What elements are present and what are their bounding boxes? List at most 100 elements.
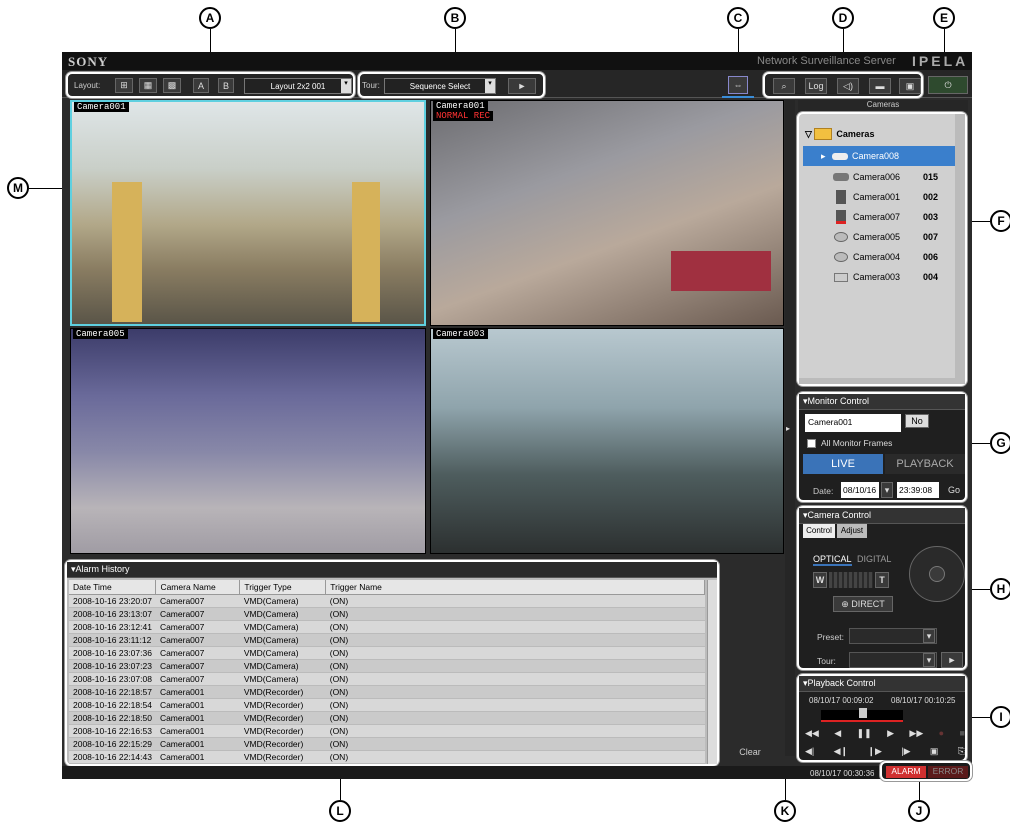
column-header[interactable]: Trigger Name bbox=[325, 580, 705, 595]
monitor-camera-field[interactable]: Camera001 bbox=[805, 414, 901, 432]
error-indicator[interactable]: ERROR bbox=[928, 766, 968, 778]
layout-1x1-button[interactable]: ⊞ bbox=[115, 78, 133, 93]
table-row[interactable]: 2008-10-16 23:12:41 Camera007 VMD(Camera)(… bbox=[69, 620, 705, 634]
chevron-down-icon[interactable]: ▾ bbox=[923, 629, 935, 643]
monitor-control-title[interactable]: ▾Monitor Control bbox=[799, 394, 965, 410]
playback-cursor[interactable] bbox=[859, 708, 867, 718]
time-field[interactable]: 23:39:08 bbox=[897, 482, 939, 498]
tour-play-button[interactable]: ► bbox=[508, 78, 536, 94]
export-icon[interactable]: ⎘ bbox=[958, 746, 965, 758]
next-frame-icon[interactable]: |▶ bbox=[901, 746, 910, 758]
fast-forward-icon[interactable]: ▶▶ bbox=[909, 728, 923, 740]
table-row[interactable]: 2008-10-16 23:11:12 Camera007 VMD(Camera)(… bbox=[69, 633, 705, 647]
tab-control[interactable]: Control bbox=[803, 524, 835, 538]
zoom-tele-button[interactable]: T bbox=[875, 572, 889, 588]
date-field[interactable]: 08/10/16 bbox=[841, 482, 879, 498]
go-button[interactable]: Go bbox=[945, 482, 963, 498]
chevron-down-icon[interactable]: ▾ bbox=[923, 653, 935, 667]
direct-icon: ⊕ bbox=[841, 598, 852, 609]
chevron-down-icon: ▾ bbox=[485, 79, 495, 93]
direct-button[interactable]: ⊕ DIRECT bbox=[833, 596, 893, 612]
slow-forward-icon[interactable]: ❙▶ bbox=[867, 746, 881, 758]
date-dropdown-button[interactable]: ▾ bbox=[881, 482, 893, 498]
table-row[interactable]: 2008-10-16 22:14:43 Camera001 VMD(Recorder… bbox=[69, 750, 705, 764]
tree-item[interactable]: Camera005 007 bbox=[803, 227, 955, 247]
tree-item[interactable]: Camera003 004 bbox=[803, 267, 955, 287]
camera-view-1[interactable]: Camera001 bbox=[70, 100, 426, 326]
alarm-history-panel: ▾Alarm History Date Time Camera Name Trigg… bbox=[65, 560, 719, 766]
stop-icon[interactable]: ■ bbox=[960, 728, 965, 740]
layout-2x2-button[interactable]: ▦ bbox=[139, 78, 157, 93]
clear-button[interactable]: Clear bbox=[730, 744, 770, 760]
splitter-arrow-icon[interactable]: ▸ bbox=[786, 424, 790, 433]
table-row[interactable]: 2008-10-16 23:13:07 Camera007 VMD(Camera)(… bbox=[69, 607, 705, 621]
table-row[interactable]: 2008-10-16 22:18:50 Camera001 VMD(Recorder… bbox=[69, 711, 705, 725]
playback-tab[interactable]: PLAYBACK bbox=[885, 454, 965, 474]
callout-f: F bbox=[990, 210, 1010, 232]
table-cell: 2008-10-16 22:18:50 bbox=[69, 711, 156, 725]
tour-play-button[interactable]: ► bbox=[941, 652, 963, 668]
table-row[interactable]: 2008-10-16 23:07:23 Camera007 VMD(Camera)(… bbox=[69, 659, 705, 673]
camera-view-3[interactable]: Camera005 bbox=[70, 328, 426, 554]
prev-frame-icon[interactable]: ◀| bbox=[805, 746, 814, 758]
layout-select[interactable]: Layout 2x2 001 ▾ bbox=[244, 78, 352, 94]
camera-view-2[interactable]: Camera001 NORMAL REC bbox=[430, 100, 784, 326]
table-row[interactable]: 2008-10-16 22:15:29 Camera001 VMD(Recorder… bbox=[69, 737, 705, 751]
table-cell: 2008-10-16 22:18:57 bbox=[69, 685, 156, 699]
table-cell: Camera007 bbox=[155, 633, 240, 647]
tree-root[interactable]: ▽ Cameras bbox=[805, 124, 955, 144]
rec-status: NORMAL REC bbox=[433, 111, 494, 121]
record-icon[interactable]: ● bbox=[939, 728, 944, 740]
speaker-icon[interactable]: ◁) bbox=[837, 78, 859, 94]
alarm-scrollbar[interactable] bbox=[707, 580, 717, 764]
table-row[interactable]: 2008-10-16 22:18:54 Camera001 VMD(Recorder… bbox=[69, 698, 705, 712]
tree-item[interactable]: Camera004 006 bbox=[803, 247, 955, 267]
tour-select[interactable]: Sequence Select ▾ bbox=[384, 78, 496, 94]
table-row[interactable]: 2008-10-16 23:07:08 Camera007 VMD(Camera)(… bbox=[69, 672, 705, 686]
alarm-history-title[interactable]: ▾Alarm History bbox=[67, 562, 717, 578]
tree-item-name: Camera008 bbox=[852, 151, 900, 161]
tree-item[interactable]: Camera007 003 bbox=[803, 207, 955, 227]
table-row[interactable]: 2008-10-16 22:18:57 Camera001 VMD(Recorder… bbox=[69, 685, 705, 699]
tree-item[interactable]: Camera006 015 bbox=[803, 167, 955, 187]
snapshot-icon[interactable]: ▣ bbox=[930, 746, 939, 758]
tree-item[interactable]: ▸ Camera008 bbox=[803, 146, 955, 166]
table-cell: VMD(Recorder) bbox=[239, 685, 326, 699]
table-row[interactable]: 2008-10-16 22:16:53 Camera001 VMD(Recorder… bbox=[69, 724, 705, 738]
column-header[interactable]: Date Time bbox=[69, 580, 157, 595]
playback-control-title[interactable]: ▾Playback Control bbox=[799, 676, 965, 692]
rewind-icon[interactable]: ◀◀ bbox=[805, 728, 819, 740]
play-icon[interactable]: ▶ bbox=[887, 728, 894, 740]
logout-button[interactable]: ⏻ bbox=[928, 76, 968, 94]
ptz-center-button[interactable] bbox=[929, 566, 945, 582]
chevron-down-icon: ▽ bbox=[805, 128, 815, 139]
window-icon[interactable]: ▣ bbox=[899, 78, 921, 94]
tab-adjust[interactable]: Adjust bbox=[837, 524, 867, 538]
column-header[interactable]: Trigger Type bbox=[239, 580, 327, 595]
slow-back-icon[interactable]: ◀❙ bbox=[834, 746, 848, 758]
step-back-icon[interactable]: ◀ bbox=[834, 728, 841, 740]
pause-icon[interactable]: ❚❚ bbox=[857, 728, 872, 740]
digital-tab[interactable]: DIGITAL bbox=[857, 554, 891, 564]
live-tab[interactable]: LIVE bbox=[803, 454, 883, 474]
no-camera-button[interactable]: No bbox=[905, 414, 929, 428]
tree-item[interactable]: Camera001 002 bbox=[803, 187, 955, 207]
optical-tab[interactable]: OPTICAL bbox=[813, 554, 852, 566]
layout-a-button[interactable]: A bbox=[193, 78, 209, 93]
search-icon[interactable]: ⌕ bbox=[773, 78, 795, 94]
all-frames-checkbox[interactable] bbox=[807, 439, 816, 448]
tour-label: Tour: bbox=[362, 81, 380, 90]
zoom-slider[interactable] bbox=[829, 572, 873, 588]
table-row[interactable]: 2008-10-16 23:07:36 Camera007 VMD(Camera)(… bbox=[69, 646, 705, 660]
zoom-wide-button[interactable]: W bbox=[813, 572, 827, 588]
table-row[interactable]: 2008-10-16 23:20:07 Camera007 VMD(Camera)(… bbox=[69, 594, 705, 608]
layout-b-button[interactable]: B bbox=[218, 78, 234, 93]
toolbox-icon[interactable]: ▬ bbox=[869, 78, 891, 94]
column-header[interactable]: Camera Name bbox=[155, 580, 241, 595]
camera-control-title[interactable]: ▾Camera Control bbox=[799, 508, 965, 524]
alarm-indicator[interactable]: ALARM bbox=[886, 766, 926, 778]
log-button[interactable]: Log bbox=[805, 78, 827, 94]
camera-view-4[interactable]: Camera003 bbox=[430, 328, 784, 554]
layout-3x3-button[interactable]: ▩ bbox=[163, 78, 181, 93]
fullscreen-button[interactable]: ⇔ bbox=[728, 76, 748, 94]
